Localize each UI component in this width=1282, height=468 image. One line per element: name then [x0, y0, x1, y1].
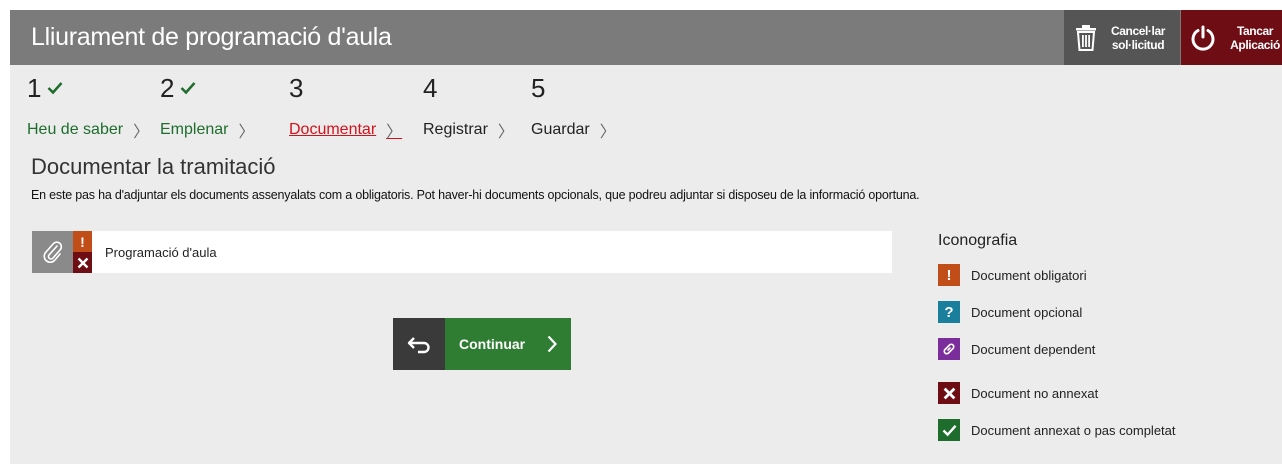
- continue-label: Continuar: [459, 336, 526, 352]
- exclamation-icon: !: [938, 264, 960, 286]
- step-label[interactable]: Guardar: [531, 121, 590, 139]
- chevron-right-icon: [547, 335, 557, 353]
- step-number: 3: [289, 73, 304, 103]
- legend-item: Document annexat o pas completat: [938, 419, 1176, 441]
- document-status: !: [73, 231, 92, 273]
- close-label-line2: Aplicació: [1230, 37, 1280, 52]
- legend-label: Document annexat o pas completat: [971, 422, 1176, 438]
- navigation-buttons: Continuar: [393, 318, 571, 370]
- legend-item: ? Document opcional: [938, 301, 1082, 323]
- cross-icon: [73, 252, 92, 273]
- continue-button[interactable]: Continuar: [445, 318, 571, 370]
- legend-label: Document no annexat: [971, 385, 1099, 401]
- question-icon: ?: [938, 301, 960, 323]
- check-icon: [48, 82, 63, 95]
- back-button[interactable]: [393, 318, 445, 370]
- app-frame: Lliurament de programació d'aula Cancel·…: [10, 10, 1282, 464]
- cancel-label-line2: sol·licitud: [1111, 37, 1165, 52]
- step-number: 2: [160, 73, 175, 103]
- return-arrow-icon: [407, 337, 430, 354]
- step-number: 5: [531, 73, 546, 103]
- step-number: 1: [27, 73, 42, 103]
- step-label[interactable]: Documentar: [289, 121, 376, 139]
- step-2[interactable]: 2 Emplenar 〉: [160, 72, 255, 141]
- app-header: Lliurament de programació d'aula Cancel·…: [10, 10, 1282, 65]
- legend-label: Document dependent: [971, 341, 1096, 357]
- cross-icon: [938, 382, 960, 404]
- power-icon: [1181, 25, 1225, 51]
- chevron-right-icon: 〉: [238, 124, 255, 141]
- step-number: 4: [423, 73, 438, 103]
- step-label[interactable]: Emplenar: [160, 121, 228, 139]
- page-title: Lliurament de programació d'aula: [31, 23, 392, 51]
- link-icon: [938, 338, 960, 360]
- check-icon: [181, 82, 196, 95]
- step-4[interactable]: 4 Registrar 〉: [423, 72, 514, 141]
- step-1[interactable]: 1 Heu de saber 〉: [27, 72, 149, 141]
- legend-label: Document obligatori: [971, 267, 1087, 283]
- legend-item: ! Document obligatori: [938, 264, 1087, 286]
- section-description: En este pas ha d'adjuntar els documents …: [31, 188, 920, 202]
- exclamation-icon: !: [73, 231, 92, 252]
- legend-item: Document no annexat: [938, 382, 1098, 404]
- legend-item: Document dependent: [938, 338, 1095, 360]
- paperclip-icon: [43, 241, 62, 263]
- document-label: Programació d'aula: [105, 244, 217, 260]
- icon-legend: Iconografia ! Document obligatori ? Docu…: [938, 232, 1176, 441]
- section-title: Documentar la tramitació: [31, 154, 276, 179]
- step-5[interactable]: 5 Guardar 〉: [531, 72, 616, 141]
- step-3[interactable]: 3 Documentar 〉: [289, 72, 402, 141]
- chevron-right-icon: 〉: [133, 124, 150, 141]
- chevron-right-icon: 〉: [386, 124, 403, 141]
- cancel-label-line1: Cancel·lar: [1110, 23, 1166, 38]
- attach-button[interactable]: [32, 231, 73, 273]
- cancel-request-button[interactable]: Cancel·lar sol·licitud: [1064, 10, 1180, 65]
- legend-title: Iconografia: [938, 232, 1018, 249]
- step-label[interactable]: Registrar: [423, 121, 488, 139]
- legend-label: Document opcional: [971, 304, 1083, 320]
- check-icon: [938, 419, 960, 441]
- chevron-right-icon: 〉: [599, 124, 616, 141]
- trash-icon: [1064, 24, 1108, 51]
- step-label[interactable]: Heu de saber: [27, 121, 123, 139]
- document-row[interactable]: ! Programació d'aula: [32, 231, 892, 273]
- chevron-right-icon: 〉: [497, 124, 514, 141]
- close-application-button[interactable]: Tancar Aplicació: [1181, 10, 1282, 65]
- close-label-line1: Tancar: [1236, 23, 1274, 38]
